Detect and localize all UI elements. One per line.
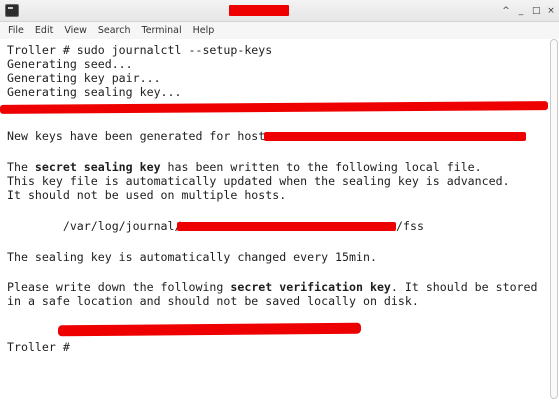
terminal-icon <box>5 4 19 17</box>
redacted-verification-key <box>58 322 361 337</box>
minimize-button[interactable]: _ <box>517 6 525 16</box>
verification-line-prefix: Please write down the following <box>7 280 231 294</box>
terminal-line-command: Troller # sudo journalctl --setup-keys <box>7 43 273 57</box>
terminal-line-seed: Generating seed... <box>7 57 133 71</box>
terminal-line-secret-key: The secret sealing key has been written … <box>7 160 482 174</box>
menu-view[interactable]: View <box>64 25 87 36</box>
secret-line-suffix: has been written to the following local … <box>160 160 482 174</box>
terminal-line-file-path: /var/log/journal/ <box>7 219 182 233</box>
terminal-line-safe-location: in a safe location and should not be sav… <box>7 294 419 308</box>
terminal-line-new-keys: New keys have been generated for host <box>7 129 273 143</box>
verification-line-suffix: . It should be stored <box>390 280 538 294</box>
redacted-progress-line <box>0 101 548 114</box>
redacted-machine-id <box>177 222 396 231</box>
terminal-line-prompt: Troller # <box>7 340 70 354</box>
menu-file[interactable]: File <box>8 25 24 36</box>
menu-help[interactable]: Help <box>193 25 215 36</box>
terminal-line-verification: Please write down the following secret v… <box>7 280 538 294</box>
title-bar[interactable]: ^ _ □ × <box>0 0 559 22</box>
terminal-output[interactable]: Troller # sudo journalctl --setup-keys G… <box>0 39 549 402</box>
secret-line-prefix: The <box>7 160 35 174</box>
menu-terminal[interactable]: Terminal <box>142 25 182 36</box>
redacted-window-title <box>229 5 289 16</box>
terminal-line-sealing: Generating sealing key... <box>7 85 182 99</box>
terminal-line-multiple-hosts: It should not be used on multiple hosts. <box>7 188 287 202</box>
terminal-line-interval: The sealing key is automatically changed… <box>7 250 377 264</box>
terminal-fss-suffix: /fss <box>396 219 424 233</box>
terminal-scrollbar[interactable] <box>550 39 558 399</box>
menu-bar: File Edit View Search Terminal Help <box>0 22 559 39</box>
secret-verification-key-label: secret verification key <box>230 280 391 294</box>
shade-button[interactable]: ^ <box>502 6 510 16</box>
redacted-hostname <box>264 132 526 141</box>
secret-sealing-key-label: secret sealing key <box>34 160 161 174</box>
window-controls: ^ _ □ × <box>502 3 555 19</box>
terminal-line-keypair: Generating key pair... <box>7 71 161 85</box>
maximize-button[interactable]: □ <box>532 6 541 16</box>
menu-search[interactable]: Search <box>98 25 131 36</box>
menu-edit[interactable]: Edit <box>35 25 53 36</box>
terminal-line-auto-update: This key file is automatically updated w… <box>7 174 510 188</box>
close-button[interactable]: × <box>547 6 555 16</box>
